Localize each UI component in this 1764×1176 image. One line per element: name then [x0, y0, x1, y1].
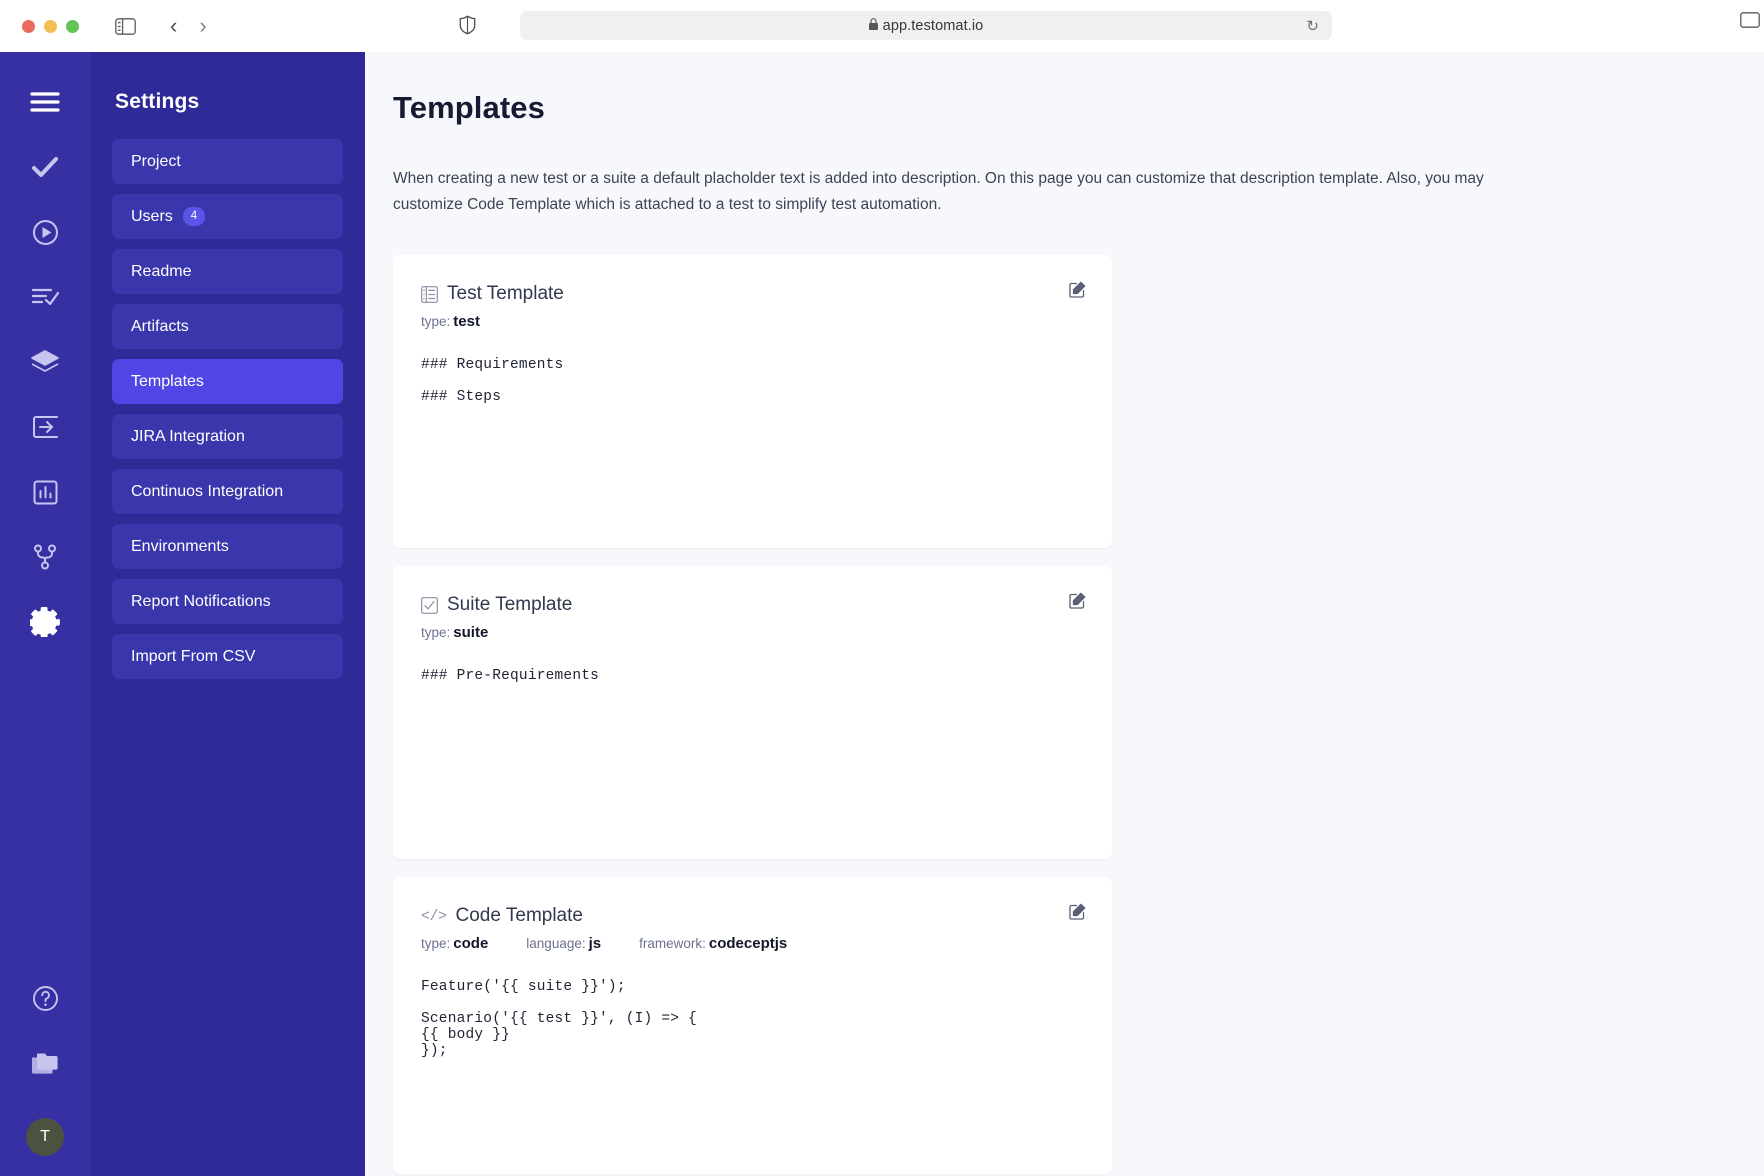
sidebar-item-label: Readme: [131, 262, 192, 280]
meta-value: suite: [453, 624, 489, 642]
address-bar-input[interactable]: app.testomat.io ↻: [520, 11, 1332, 40]
app-root: T Settings Project Users 4 Readme Artifa…: [0, 52, 1764, 1176]
meta-value: test: [453, 313, 480, 331]
meta-value: code: [453, 935, 489, 953]
gear-icon[interactable]: [17, 594, 73, 650]
sidebar-item-label: Environments: [131, 537, 229, 555]
icon-rail: T: [0, 52, 90, 1176]
sidebar-item-label: Continuos Integration: [131, 482, 284, 500]
sidebar-item-environments[interactable]: Environments: [112, 524, 343, 569]
test-template-card: Test Template type: test ### Requirements…: [393, 255, 1112, 549]
meta-framework: framework: codeceptjs: [639, 935, 787, 952]
edit-icon[interactable]: [1069, 281, 1086, 298]
forward-button[interactable]: ›: [199, 15, 206, 37]
browser-toolbar: ‹ › app.testomat.io ↻: [0, 0, 1764, 52]
tab-overview-icon[interactable]: [1740, 12, 1760, 33]
page-title: Templates: [393, 90, 545, 125]
meta-value: codeceptjs: [708, 935, 788, 953]
settings-sidebar: Settings Project Users 4 Readme Artifact…: [90, 52, 365, 1176]
check-icon[interactable]: [17, 139, 73, 195]
edit-icon[interactable]: [1069, 592, 1086, 609]
page-description: When creating a new test or a suite a de…: [393, 170, 1484, 213]
url-host: app.testomat.io: [882, 17, 984, 34]
avatar[interactable]: T: [26, 1118, 64, 1156]
shield-icon[interactable]: [459, 15, 476, 40]
sidebar-item-label: Artifacts: [131, 317, 189, 335]
card-header: </> Code Template: [421, 905, 1084, 927]
help-icon[interactable]: [17, 970, 73, 1026]
list-check-icon[interactable]: [17, 269, 73, 325]
card-title: Test Template: [447, 283, 564, 305]
lock-icon: [868, 18, 878, 33]
code-template-body: Feature('{{ suite }}'); Scenario('{{ tes…: [421, 979, 697, 1059]
url-text: app.testomat.io: [868, 17, 984, 34]
suite-template-card: Suite Template type: suite ### Pre-Requir…: [393, 566, 1112, 860]
play-circle-icon[interactable]: [17, 204, 73, 260]
main-content: Templates When creating a new test or a …: [365, 52, 1764, 1176]
templates-card-grid: Test Template type: test ### Requirements…: [393, 255, 1764, 1175]
code-template-card: </> Code Template type: code language: js …: [393, 877, 1112, 1175]
sidebar-item-users[interactable]: Users 4: [112, 194, 343, 239]
close-window-button[interactable]: [22, 19, 35, 33]
sidebar-item-label: JIRA Integration: [131, 427, 245, 445]
meta-type: type: test: [421, 313, 480, 330]
list-table-icon: [421, 285, 438, 303]
sidebar-item-artifacts[interactable]: Artifacts: [112, 304, 343, 349]
branch-icon[interactable]: [17, 529, 73, 585]
sidebar-item-report-notifications[interactable]: Report Notifications: [112, 579, 343, 624]
sidebar-item-label: Report Notifications: [131, 592, 271, 610]
card-title: Code Template: [455, 905, 583, 927]
sidebar-item-continuous-integration[interactable]: Continuos Integration: [112, 469, 343, 514]
meta-key: type:: [421, 314, 451, 330]
card-meta: type: suite: [421, 624, 1084, 641]
address-bar-area: app.testomat.io ↻: [459, 11, 1332, 40]
back-button[interactable]: ‹: [170, 15, 177, 37]
settings-title: Settings: [115, 90, 200, 113]
card-meta: type: code language: js framework: codecept…: [421, 935, 1084, 952]
meta-key: language:: [526, 936, 586, 952]
analytics-icon[interactable]: [17, 464, 73, 520]
meta-value: js: [588, 935, 602, 953]
sidebar-item-import-from-csv[interactable]: Import From CSV: [112, 634, 343, 679]
meta-key: framework:: [639, 936, 706, 952]
checkbox-icon: [421, 596, 438, 614]
sidebar-item-jira-integration[interactable]: JIRA Integration: [112, 414, 343, 459]
layers-icon[interactable]: [17, 334, 73, 390]
sidebar-item-label: Templates: [131, 372, 204, 390]
meta-type: type: suite: [421, 624, 488, 641]
meta-type: type: code: [421, 935, 488, 952]
meta-key: type:: [421, 936, 451, 952]
sidebar-item-templates[interactable]: Templates: [112, 359, 343, 404]
sidebar-item-label: Project: [131, 152, 181, 170]
meta-language: language: js: [526, 935, 601, 952]
window-traffic-lights: [22, 19, 79, 33]
suite-template-body: ### Pre-Requirements: [421, 668, 600, 685]
minimize-window-button[interactable]: [44, 19, 57, 33]
card-title: Suite Template: [447, 594, 573, 616]
import-icon[interactable]: [17, 399, 73, 455]
meta-key: type:: [421, 625, 451, 641]
users-count-badge: 4: [182, 207, 206, 226]
card-header: Test Template: [421, 283, 1084, 305]
edit-icon[interactable]: [1069, 903, 1086, 920]
test-template-body: ### Requirements ### Steps: [421, 357, 564, 405]
sidebar-item-label: Import From CSV: [131, 647, 256, 665]
sidebar-toggle-icon[interactable]: [115, 17, 136, 35]
sidebar-item-project[interactable]: Project: [112, 139, 343, 184]
maximize-window-button[interactable]: [66, 19, 79, 33]
rail-bottom-group: T: [17, 970, 73, 1176]
sidebar-item-label: Users: [131, 207, 173, 225]
menu-icon[interactable]: [17, 74, 73, 130]
reload-icon[interactable]: ↻: [1306, 17, 1319, 35]
card-meta: type: test: [421, 313, 1084, 330]
sidebar-item-readme[interactable]: Readme: [112, 249, 343, 294]
code-icon: </>: [421, 907, 447, 925]
folders-icon[interactable]: [17, 1035, 73, 1091]
card-header: Suite Template: [421, 594, 1084, 616]
navigation-arrows: ‹ ›: [170, 15, 207, 37]
